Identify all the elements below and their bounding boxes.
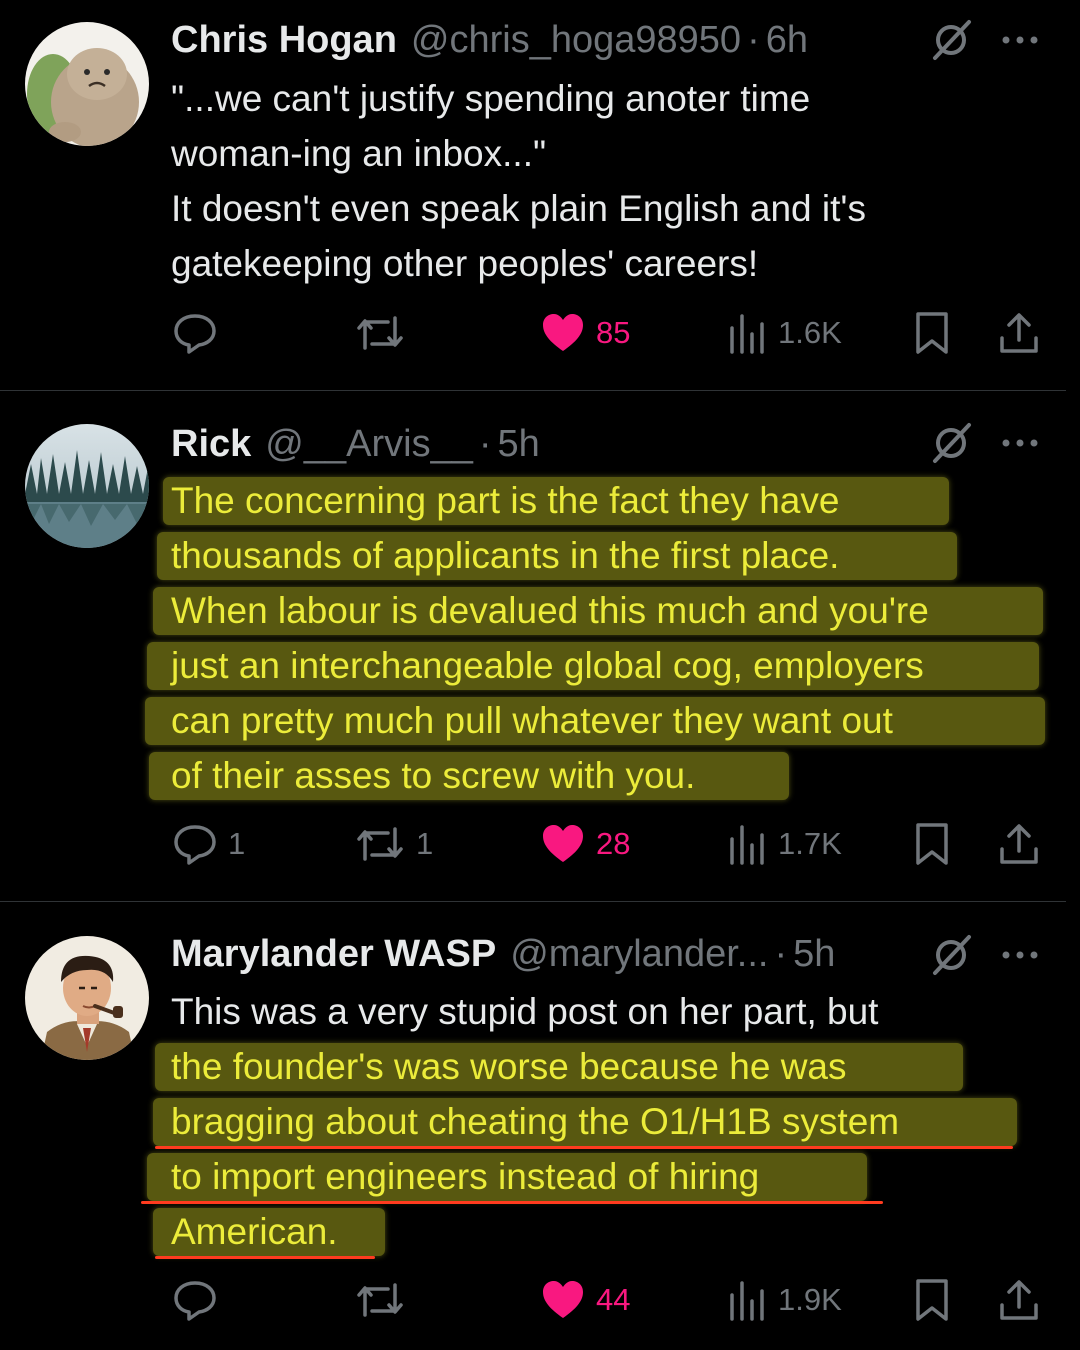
display-name[interactable]: Chris Hogan	[171, 18, 397, 62]
view-count: 1.6K	[778, 315, 842, 350]
action-bar: 85 1.6K	[0, 303, 1080, 363]
action-bar: 44 1.9K	[0, 1270, 1080, 1330]
text-underline	[141, 1201, 883, 1204]
tweet-text: The concerning part is the fact they hav…	[145, 473, 1051, 803]
tweet-text-line: to import engineers instead of hiring	[171, 1156, 760, 1197]
tweet-text: "...we can't justify spending anoter tim…	[171, 71, 1051, 291]
reply-icon	[174, 1281, 216, 1321]
reply-button[interactable]	[172, 303, 228, 363]
heart-icon	[543, 825, 583, 862]
text-underline	[155, 1256, 375, 1259]
repost-button[interactable]	[354, 1270, 416, 1330]
tweet-text-line: just an interchangeable global cog, empl…	[171, 645, 924, 686]
bookmark-icon	[916, 1279, 948, 1321]
like-button[interactable]: 85	[540, 303, 630, 363]
tweet[interactable]: Chris Hogan @chris_hoga98950 · 6h "...we…	[0, 0, 1080, 390]
grok-icon[interactable]	[929, 933, 973, 977]
user-handle[interactable]: @__Arvis__	[265, 422, 473, 466]
like-button[interactable]: 44	[540, 1270, 630, 1330]
more-icon[interactable]	[1000, 423, 1040, 463]
tweet-text-line: When labour is devalued this much and yo…	[171, 590, 929, 631]
reply-icon	[174, 825, 216, 865]
avatar[interactable]	[25, 424, 149, 548]
reply-button[interactable]	[172, 1270, 228, 1330]
share-icon	[1000, 824, 1038, 864]
repost-icon	[357, 827, 403, 861]
user-handle[interactable]: @marylander...	[510, 932, 768, 976]
like-count: 28	[596, 826, 631, 861]
like-count: 85	[596, 315, 631, 350]
repost-count: 1	[416, 826, 434, 861]
view-count: 1.7K	[778, 826, 842, 861]
text-underline	[155, 1146, 1013, 1149]
tweet[interactable]: Marylander WASP @marylander... · 5h This…	[0, 902, 1080, 1350]
tweet-text-line: can pretty much pull whatever they want …	[171, 700, 893, 741]
tweet-text-line: The concerning part is the fact they hav…	[171, 480, 840, 521]
heart-icon	[543, 1281, 583, 1318]
reply-count: 1	[228, 826, 246, 861]
share-button[interactable]	[998, 303, 1040, 363]
tweet-text-line: "...we can't justify spending anoter tim…	[171, 78, 811, 119]
more-icon[interactable]	[1000, 935, 1040, 975]
share-icon	[1000, 313, 1038, 353]
tweet-header: Marylander WASP @marylander... · 5h	[171, 932, 835, 976]
bookmark-button[interactable]	[912, 303, 952, 363]
avatar-plush-image	[25, 22, 149, 146]
tweet-text-line: gatekeeping other peoples' careers!	[171, 243, 759, 284]
tweet-text-line: woman-ing an inbox..."	[171, 133, 547, 174]
tweet-text-line: It doesn't even speak plain English and …	[171, 188, 866, 229]
action-bar: 1 1 28 1.7K	[0, 814, 1080, 874]
tweet-text-line: American.	[171, 1211, 338, 1252]
separator-dot: ·	[774, 933, 788, 975]
more-icon[interactable]	[1000, 20, 1040, 60]
reply-icon	[174, 314, 216, 354]
views-button[interactable]: 1.7K	[728, 814, 842, 874]
tweet-text: This was a very stupid post on her part,…	[141, 984, 1051, 1259]
timestamp[interactable]: 5h	[793, 932, 835, 976]
timestamp[interactable]: 6h	[766, 18, 808, 62]
repost-icon	[357, 1283, 403, 1317]
avatar-illustrated-man-image	[25, 936, 149, 1060]
tweet-header: Rick @__Arvis__ · 5h	[171, 422, 540, 466]
heart-icon	[543, 314, 583, 351]
tweet-text-line: bragging about cheating the O1/H1B syste…	[171, 1101, 900, 1142]
like-button[interactable]: 28	[540, 814, 630, 874]
avatar-forest-image	[25, 424, 149, 548]
tweet-header: Chris Hogan @chris_hoga98950 · 6h	[171, 18, 808, 62]
like-count: 44	[596, 1282, 631, 1317]
bookmark-button[interactable]	[912, 814, 952, 874]
share-button[interactable]	[998, 814, 1040, 874]
tweet-text-line: the founder's was worse because he was	[171, 1046, 847, 1087]
views-button[interactable]: 1.6K	[728, 303, 842, 363]
views-icon	[730, 314, 764, 354]
separator-dot: ·	[478, 423, 492, 465]
display-name[interactable]: Marylander WASP	[171, 932, 496, 976]
tweet-text-line: This was a very stupid post on her part,…	[171, 991, 879, 1032]
bookmark-icon	[916, 823, 948, 865]
tweet[interactable]: Rick @__Arvis__ · 5h The concerning part…	[0, 391, 1080, 901]
grok-icon[interactable]	[929, 18, 973, 62]
views-button[interactable]: 1.9K	[728, 1270, 842, 1330]
share-button[interactable]	[998, 1270, 1040, 1330]
timestamp[interactable]: 5h	[498, 422, 540, 466]
bookmark-icon	[916, 312, 948, 354]
grok-icon[interactable]	[929, 421, 973, 465]
avatar[interactable]	[25, 936, 149, 1060]
avatar[interactable]	[25, 22, 149, 146]
separator-dot: ·	[747, 19, 760, 61]
share-icon	[1000, 1280, 1038, 1320]
repost-icon	[357, 316, 403, 350]
display-name[interactable]: Rick	[171, 422, 251, 466]
view-count: 1.9K	[778, 1282, 842, 1317]
reply-button[interactable]: 1	[172, 814, 245, 874]
bookmark-button[interactable]	[912, 1270, 952, 1330]
repost-button[interactable]	[354, 303, 416, 363]
repost-button[interactable]: 1	[354, 814, 433, 874]
tweet-text-line: of their asses to screw with you.	[171, 755, 696, 796]
tweet-text-line: thousands of applicants in the first pla…	[171, 535, 840, 576]
user-handle[interactable]: @chris_hoga98950	[411, 18, 741, 62]
views-icon	[730, 1281, 764, 1321]
views-icon	[730, 825, 764, 865]
